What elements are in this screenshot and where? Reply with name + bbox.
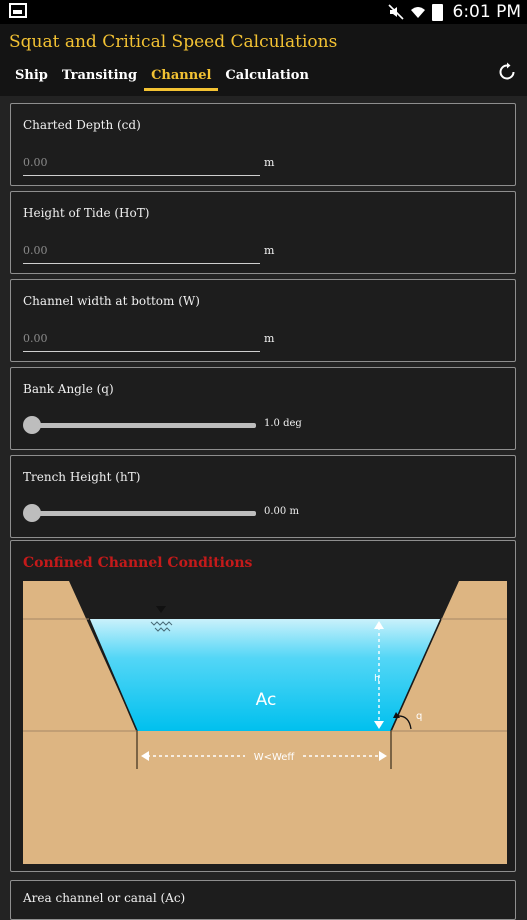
charted-depth-unit: m (264, 156, 275, 169)
charted-depth-input[interactable] (23, 151, 260, 176)
charted-depth-label: Charted Depth (cd) (23, 118, 141, 132)
channel-diagram: Ac h q W<Weff (23, 581, 507, 864)
battery-icon (431, 3, 443, 21)
refresh-icon[interactable] (497, 62, 517, 82)
status-bar: 6:01 PM (0, 0, 527, 24)
wifi-icon (410, 7, 425, 18)
mute-icon (387, 4, 404, 20)
bank-angle-card: Bank Angle (q) 1.0 deg (10, 367, 516, 450)
channel-width-label: Channel width at bottom (W) (23, 294, 200, 308)
app-bar: Squat and Critical Speed Calculations Sh… (0, 24, 527, 96)
diagram-title: Confined Channel Conditions (23, 555, 253, 571)
bank-angle-value: 1.0 deg (264, 418, 302, 429)
charted-depth-card: Charted Depth (cd) m (10, 103, 516, 186)
bank-angle-slider-thumb[interactable] (23, 416, 41, 434)
tab-transiting[interactable]: Transiting (55, 65, 144, 91)
bank-angle-label: Bank Angle (q) (23, 382, 114, 396)
tab-ship[interactable]: Ship (8, 65, 55, 91)
status-icons: 6:01 PM (387, 0, 522, 24)
tab-bar: Ship Transiting Channel Calculation (8, 65, 316, 91)
width-label: W<Weff (254, 752, 296, 763)
app-title: Squat and Critical Speed Calculations (9, 32, 338, 52)
trench-height-slider-thumb[interactable] (23, 504, 41, 522)
channel-width-card: Channel width at bottom (W) m (10, 279, 516, 362)
height-of-tide-card: Height of Tide (HoT) m (10, 191, 516, 274)
clock: 6:01 PM (452, 2, 522, 22)
water-body (89, 619, 441, 731)
area-channel-label: Area channel or canal (Ac) (23, 891, 186, 905)
trench-height-label: Trench Height (hT) (23, 470, 141, 484)
gallery-notification-icon (9, 3, 27, 18)
tab-calculation[interactable]: Calculation (218, 65, 316, 91)
angle-label: q (416, 711, 422, 722)
bank-angle-slider-track[interactable] (31, 423, 256, 428)
trench-height-slider-track[interactable] (31, 511, 256, 516)
depth-label: h (374, 674, 380, 684)
channel-width-unit: m (264, 332, 275, 345)
height-of-tide-label: Height of Tide (HoT) (23, 206, 150, 220)
height-of-tide-unit: m (264, 244, 275, 257)
trench-height-card: Trench Height (hT) 0.00 m (10, 455, 516, 538)
area-channel-card: Area channel or canal (Ac) (10, 880, 516, 920)
area-label: Ac (256, 690, 277, 710)
height-of-tide-input[interactable] (23, 239, 260, 264)
tab-channel[interactable]: Channel (144, 65, 219, 91)
confined-channel-card: Confined Channel Conditions Ac h q W<Wef… (10, 540, 516, 872)
trench-height-value: 0.00 m (264, 506, 299, 517)
channel-width-input[interactable] (23, 327, 260, 352)
